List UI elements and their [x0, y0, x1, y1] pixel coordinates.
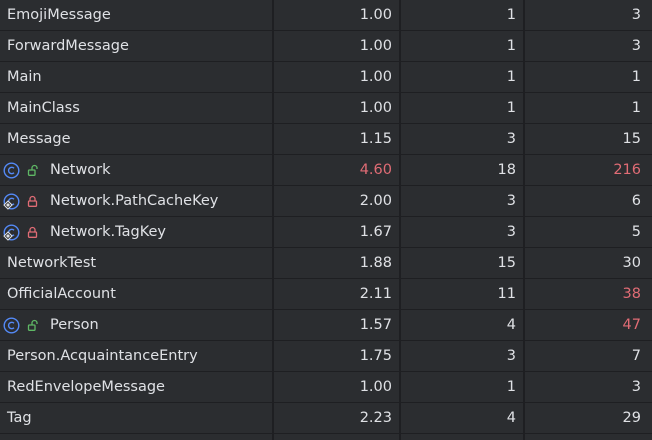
metric-c-cell: 216	[613, 162, 641, 178]
metric-c-cell: 1	[631, 100, 641, 116]
class-name-cell: Message	[0, 124, 272, 154]
metric-b-cell: 4	[506, 410, 516, 426]
metric-c-cell: 1	[631, 69, 641, 85]
table-row[interactable]: ForwardMessage 1.00 1 3	[0, 31, 652, 62]
metrics-table: EmojiMessage 1.00 1 3 ForwardMessage 1.0…	[0, 0, 652, 440]
class-name-cell: EmojiMessage	[0, 0, 272, 30]
class-name-cell: Network	[0, 155, 272, 185]
class-name: MainClass	[7, 100, 80, 116]
table-row[interactable]: OfficialAccount 2.11 11 38	[0, 279, 652, 310]
class-name-cell: OfficialAccount	[0, 279, 272, 309]
class-name-cell: Tag	[0, 403, 272, 433]
class-name: Network	[50, 162, 111, 178]
metric-c-cell: 47	[622, 317, 641, 333]
metric-c-cell: 15	[622, 131, 641, 147]
metric-c-cell: 3	[631, 379, 641, 395]
class-name-cell: ForwardMessage	[0, 31, 272, 61]
metric-c-cell: 7	[631, 348, 641, 364]
class-name-cell: Network.TagKey	[0, 217, 272, 247]
class-name: Network.PathCacheKey	[50, 193, 219, 209]
metric-a-cell: 1.00	[359, 379, 392, 395]
table-row[interactable]: Network.PathCacheKey 2.00 3 6	[0, 186, 652, 217]
class-name-cell: Person	[0, 310, 272, 340]
metric-c-cell: 3	[631, 7, 641, 23]
metric-a-cell: 1.67	[359, 224, 392, 240]
metric-b-cell: 15	[497, 255, 516, 271]
metric-a-cell: 1.57	[359, 317, 392, 333]
table-row[interactable]: Network 4.60 18 216	[0, 155, 652, 186]
class-name-cell: Person.AcquaintanceEntry	[0, 341, 272, 371]
metric-b-cell: 4	[506, 317, 516, 333]
class-name-cell: Network.PathCacheKey	[0, 186, 272, 216]
metric-a-cell: 1.75	[359, 348, 392, 364]
metric-c-cell: 3	[631, 38, 641, 54]
class-name: NetworkTest	[7, 255, 97, 271]
metric-b-cell: 1	[506, 69, 516, 85]
metric-c-cell: 6	[631, 193, 641, 209]
metric-a-cell: 1.15	[359, 131, 392, 147]
table-row[interactable]: Person 1.57 4 47	[0, 310, 652, 341]
metric-a-cell: 1.00	[359, 7, 392, 23]
metric-b-cell: 3	[506, 193, 516, 209]
inner-class-icon	[3, 224, 20, 241]
class-name: Network.TagKey	[50, 224, 166, 240]
unlocked-icon	[27, 164, 38, 176]
class-name: Person	[50, 317, 99, 333]
metric-a-cell: 2.23	[359, 410, 392, 426]
class-name-cell: MainClass	[0, 93, 272, 123]
table-row[interactable]: EmojiMessage 1.00 1 3	[0, 0, 652, 31]
table-row[interactable]: Person.AcquaintanceEntry 1.75 3 7	[0, 341, 652, 372]
class-icon	[3, 162, 20, 179]
metric-b-cell: 11	[497, 286, 516, 302]
metric-a-cell: 2.11	[359, 286, 392, 302]
class-icon	[3, 317, 20, 334]
inner-class-icon	[3, 193, 20, 210]
metric-c-cell: 29	[622, 410, 641, 426]
table-row[interactable]: Main 1.00 1 1	[0, 62, 652, 93]
table-row[interactable]: RedEnvelopeMessage 1.00 1 3	[0, 372, 652, 403]
metric-b-cell: 1	[506, 7, 516, 23]
class-name: Person.AcquaintanceEntry	[7, 348, 198, 364]
table-row[interactable]: Network.TagKey 1.67 3 5	[0, 217, 652, 248]
metric-a-cell: 1.00	[359, 69, 392, 85]
locked-icon	[27, 226, 38, 238]
metric-b-cell: 3	[506, 224, 516, 240]
table-row[interactable]: NetworkTest 1.88 15 30	[0, 248, 652, 279]
metric-a-cell: 1.00	[359, 100, 392, 116]
table-row[interactable]: Message 1.15 3 15	[0, 124, 652, 155]
class-name: EmojiMessage	[7, 7, 111, 23]
class-name: ForwardMessage	[7, 38, 129, 54]
metric-b-cell: 1	[506, 38, 516, 54]
metric-a-cell: 1.88	[359, 255, 392, 271]
metric-b-cell: 1	[506, 379, 516, 395]
table-row[interactable]: MainClass 1.00 1 1	[0, 93, 652, 124]
metric-a-cell: 2.00	[359, 193, 392, 209]
class-name: OfficialAccount	[7, 286, 116, 302]
class-name: RedEnvelopeMessage	[7, 379, 165, 395]
metric-b-cell: 3	[506, 348, 516, 364]
class-name-cell: RedEnvelopeMessage	[0, 372, 272, 402]
class-name-cell: Main	[0, 62, 272, 92]
class-name: Message	[7, 131, 71, 147]
metric-c-cell: 30	[622, 255, 641, 271]
locked-icon	[27, 195, 38, 207]
metric-c-cell: 5	[631, 224, 641, 240]
metric-a-cell: 1.00	[359, 38, 392, 54]
metric-b-cell: 3	[506, 131, 516, 147]
unlocked-icon	[27, 319, 38, 331]
table-row[interactable]: Tag 2.23 4 29	[0, 403, 652, 434]
metric-b-cell: 18	[497, 162, 516, 178]
class-name-cell: NetworkTest	[0, 248, 272, 278]
class-name: Tag	[7, 410, 32, 426]
metric-b-cell: 1	[506, 100, 516, 116]
metric-c-cell: 38	[622, 286, 641, 302]
metric-a-cell: 4.60	[359, 162, 392, 178]
class-name: Main	[7, 69, 42, 85]
